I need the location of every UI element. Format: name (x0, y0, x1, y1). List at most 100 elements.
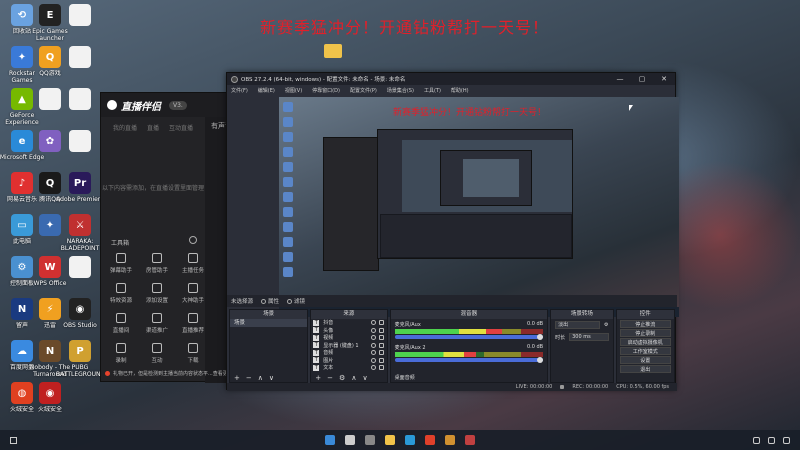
source-item[interactable]: T 文本 (311, 364, 386, 372)
source-item[interactable]: T 图片 (311, 357, 386, 365)
volume-icon[interactable] (783, 436, 790, 444)
desktop-icon[interactable]: ◉ OBS Studio (56, 298, 104, 336)
menu-view[interactable]: 视图(V) (285, 87, 302, 94)
move-up-button[interactable]: ∧ (258, 374, 263, 382)
toolbox-item[interactable]: 录制 (101, 343, 141, 364)
exit-button[interactable]: 退出 (619, 365, 671, 373)
obs-logo-icon (231, 75, 238, 83)
menu-tools[interactable]: 工具(T) (424, 87, 441, 94)
lock-icon[interactable] (378, 350, 384, 356)
lock-icon[interactable] (378, 342, 384, 348)
desktop-icon[interactable]: ◉ 火绒安全 (26, 382, 74, 420)
eye-icon[interactable] (370, 350, 376, 356)
eye-icon[interactable] (370, 320, 376, 326)
toolbox-item[interactable]: 下载 (173, 343, 213, 364)
eye-icon[interactable] (370, 335, 376, 341)
desktop-icon[interactable]: Pr Adobe Premiere (56, 172, 104, 210)
lock-icon[interactable] (378, 365, 384, 371)
source-item[interactable]: T 音频 (311, 349, 386, 357)
lock-icon[interactable] (378, 320, 384, 326)
desktop-icon[interactable] (56, 46, 104, 84)
menu-help[interactable]: 帮助(H) (451, 87, 469, 94)
sources-footer: + − ⚙ ∧ ∨ (311, 373, 386, 382)
stop-recording-button[interactable]: 停止录制 (619, 329, 671, 337)
tool-label: 房管助手 (145, 268, 168, 274)
desktop-icon[interactable]: P PUBG BATTLEGROUNDS (56, 340, 104, 378)
network-icon[interactable] (768, 436, 775, 444)
virtual-camera-button[interactable]: 启动虚拟摄像机 (619, 338, 671, 346)
menu-docks[interactable]: 停靠窗口(D) (312, 87, 340, 94)
menu-edit[interactable]: 编辑(E) (258, 87, 275, 94)
source-settings-button[interactable]: ⚙ (339, 374, 345, 382)
desktop-icon[interactable] (56, 88, 104, 126)
remove-source-button[interactable]: − (327, 374, 333, 382)
source-item[interactable]: T 视频 (311, 334, 386, 342)
duration-input[interactable]: 300 ms (569, 333, 609, 341)
desktop-icon[interactable] (56, 4, 104, 42)
eye-icon[interactable] (370, 342, 376, 348)
menu-file[interactable]: 文件(F) (231, 87, 248, 94)
studio-mode-button[interactable]: 工作室模式 (619, 347, 671, 355)
toolbox-item[interactable]: 特效资源 (101, 283, 141, 304)
stop-streaming-button[interactable]: 停止推流 (619, 320, 671, 328)
move-down-button[interactable]: ∨ (362, 374, 367, 382)
volume-slider[interactable] (394, 357, 544, 363)
lock-icon[interactable] (378, 335, 384, 341)
menu-scene-collection[interactable]: 场景集合(S) (387, 87, 414, 94)
toolbox-item[interactable]: 渠道推广 (137, 313, 177, 334)
toolbox-item[interactable]: 直播间 (101, 313, 141, 334)
taskbar-file-explorer-icon[interactable] (385, 435, 395, 445)
toolbox-item[interactable]: 弹幕助手 (101, 253, 141, 274)
tab-interactive-live[interactable]: 互动直播 (169, 123, 193, 132)
toolbox-item[interactable]: 添加设置 (137, 283, 177, 304)
folder-icon[interactable] (324, 44, 342, 58)
taskbar-search-icon[interactable] (345, 435, 355, 445)
slider-handle[interactable] (537, 334, 544, 340)
source-item[interactable]: T 头像 (311, 327, 386, 335)
source-item[interactable]: T 抖音 (311, 319, 386, 327)
filters-button[interactable]: 滤镜 (287, 297, 305, 305)
desktop-icon[interactable]: ⚔ NARAKA: BLADEPOINT (56, 214, 104, 252)
settings-button[interactable]: 设置 (619, 356, 671, 364)
help-icon[interactable] (189, 236, 197, 244)
tab-my-live[interactable]: 我的直播 (113, 123, 137, 132)
widgets-icon[interactable] (10, 436, 17, 444)
taskbar-start-menu-icon[interactable] (325, 435, 335, 445)
eye-icon[interactable] (370, 357, 376, 363)
chevron-up-icon[interactable] (753, 436, 760, 444)
taskbar-edge-icon[interactable] (405, 435, 415, 445)
toolbox-item[interactable]: 主播任务 (173, 253, 213, 274)
move-up-button[interactable]: ∧ (351, 374, 356, 382)
minimize-button[interactable]: — (609, 75, 631, 83)
lock-icon[interactable] (378, 357, 384, 363)
taskbar-game-icon[interactable] (445, 435, 455, 445)
remove-scene-button[interactable]: − (246, 374, 252, 382)
desktop-icon[interactable] (56, 256, 104, 294)
taskbar-obs-icon[interactable] (465, 435, 475, 445)
transition-select[interactable]: 淡出 (555, 321, 601, 329)
toolbox-item[interactable]: 直播推荐 (173, 313, 213, 334)
toolbox-item[interactable]: 房管助手 (137, 253, 177, 274)
lock-icon[interactable] (378, 327, 384, 333)
slider-handle[interactable] (537, 357, 544, 363)
transition-settings-icon[interactable]: ⚙ (604, 322, 608, 328)
toolbox-item[interactable]: 互动 (137, 343, 177, 364)
volume-slider[interactable] (394, 334, 544, 340)
close-button[interactable]: ✕ (653, 75, 675, 83)
taskbar-task-view-icon[interactable] (365, 435, 375, 445)
obs-preview[interactable]: 新赛季猛冲分！开通钻粉帮打一天号！ (279, 97, 679, 317)
eye-icon[interactable] (370, 327, 376, 333)
scene-item[interactable]: 场景 (230, 319, 308, 327)
add-source-button[interactable]: + (315, 374, 321, 382)
eye-icon[interactable] (370, 365, 376, 371)
move-down-button[interactable]: ∨ (269, 374, 274, 382)
toolbox-item[interactable]: 大神助手 (173, 283, 213, 304)
maximize-button[interactable]: ▢ (631, 75, 653, 83)
source-item[interactable]: T 显示器 (键盘) 1 (311, 342, 386, 350)
add-scene-button[interactable]: + (234, 374, 240, 382)
menu-profile[interactable]: 配置文件(P) (350, 87, 377, 94)
properties-button[interactable]: 属性 (261, 297, 279, 305)
tab-live[interactable]: 直播 (147, 123, 159, 132)
taskbar-chrome-icon[interactable] (425, 435, 435, 445)
desktop-icon[interactable] (56, 130, 104, 168)
